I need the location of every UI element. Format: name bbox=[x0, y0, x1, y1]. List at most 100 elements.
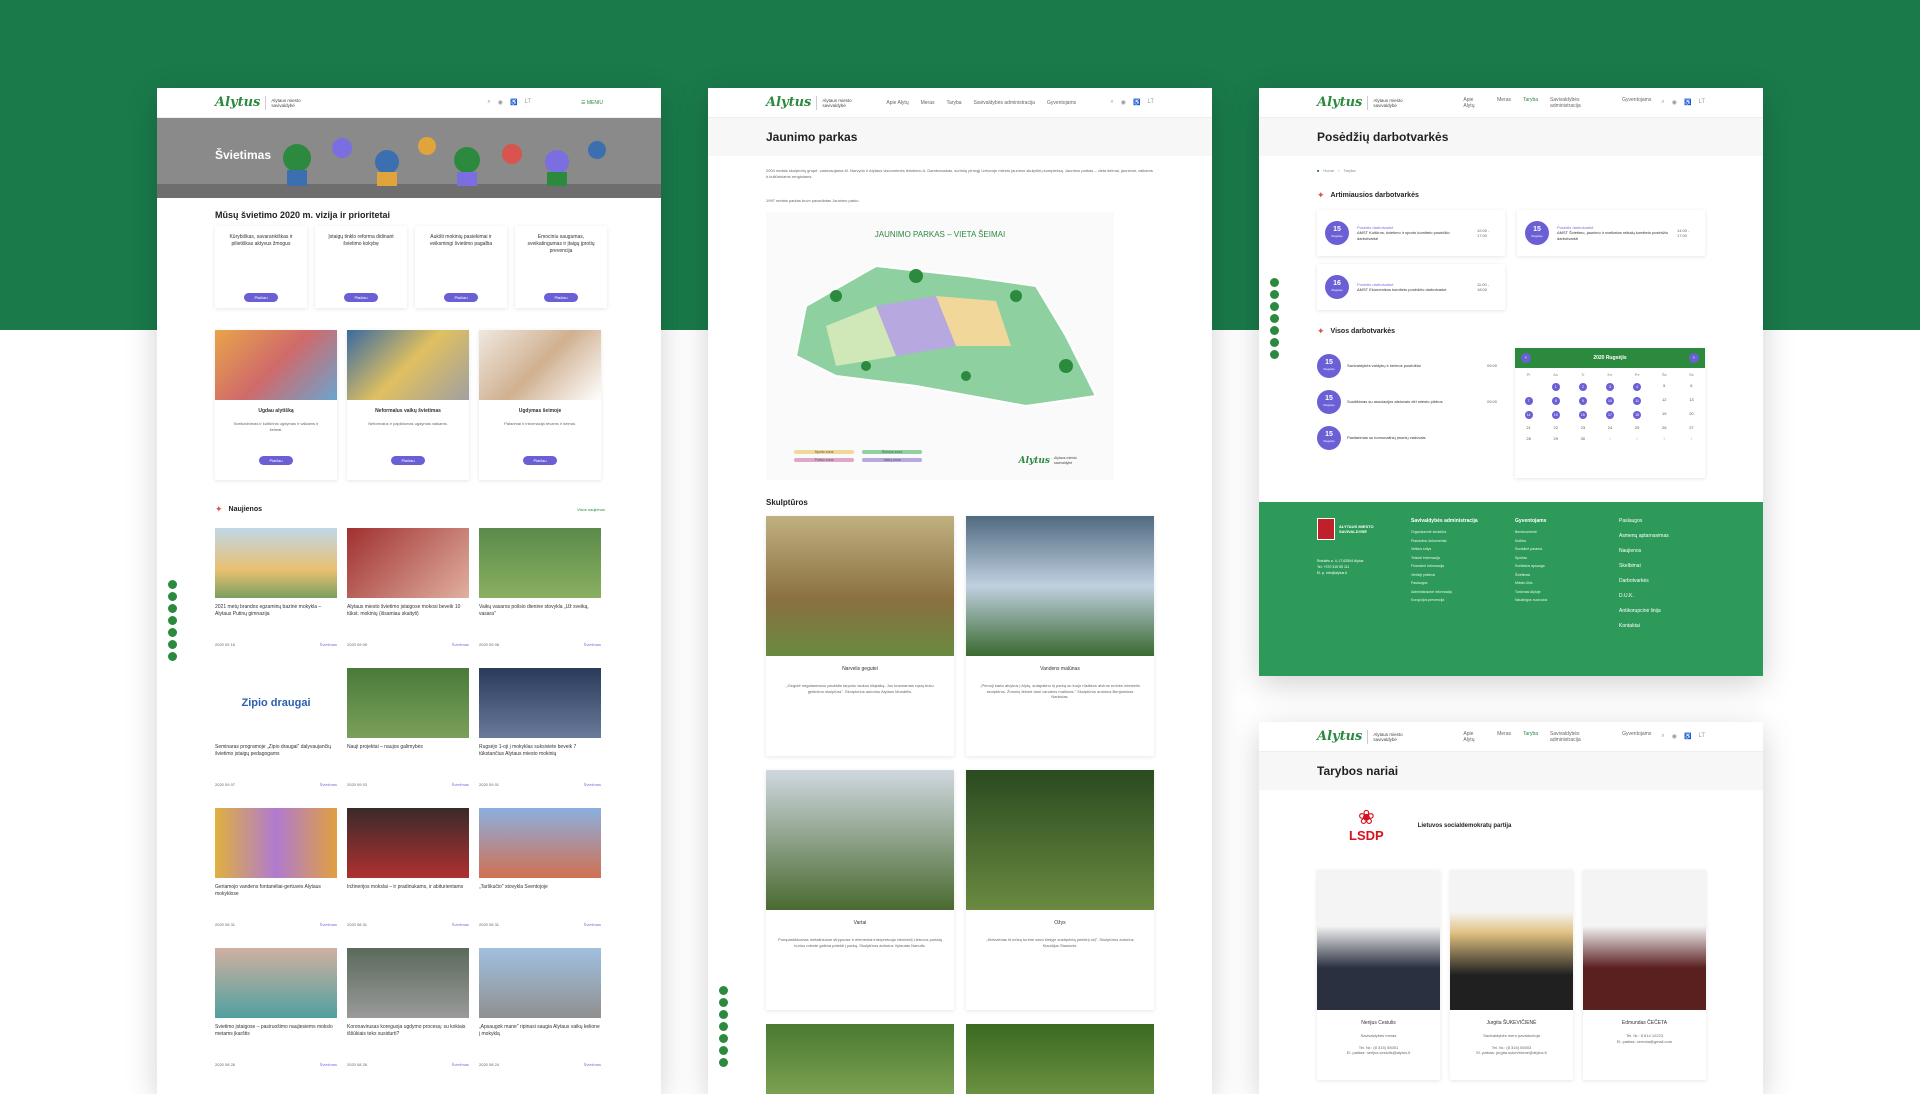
news-item[interactable]: „Apsaugok mane" ripinasi saugia Alytaus … bbox=[479, 948, 601, 1078]
footer-link[interactable]: Veiklos sritys bbox=[1411, 547, 1501, 551]
site-logo[interactable]: Alytus Alytaus miesto savivaldybė bbox=[1317, 729, 1413, 744]
calendar-day[interactable]: 11 bbox=[1633, 397, 1642, 405]
nav-item-active[interactable]: Taryba bbox=[1523, 731, 1538, 743]
calendar-day[interactable]: 1 bbox=[1551, 383, 1560, 391]
nav-item[interactable]: Gyventojams bbox=[1622, 97, 1651, 109]
accessibility-icon[interactable]: ♿ bbox=[1684, 99, 1691, 106]
social-icon[interactable] bbox=[168, 580, 177, 589]
calendar-day[interactable]: 24 bbox=[1596, 425, 1623, 430]
nav-item[interactable]: Gyventojams bbox=[1622, 731, 1651, 743]
accessibility-icon[interactable]: ♿ bbox=[1133, 99, 1140, 106]
calendar-day[interactable]: 13 bbox=[1678, 397, 1705, 405]
agenda-row[interactable]: 15 Rugsėjo Susitikimas su asociacijos atst… bbox=[1317, 390, 1497, 414]
agenda-card[interactable]: 16 Rugsėjo Posėdis darbotvarkė AMST Ekonomi… bbox=[1317, 264, 1505, 310]
footer-link[interactable]: D.U.K. bbox=[1619, 593, 1699, 599]
next-month-icon[interactable]: › bbox=[1688, 353, 1699, 363]
more-button[interactable]: Plačiau bbox=[444, 293, 478, 302]
news-tag[interactable]: Švietimas bbox=[584, 1062, 601, 1067]
more-button[interactable]: Plačiau bbox=[344, 293, 378, 302]
calendar-day[interactable]: 15 bbox=[1551, 411, 1560, 419]
sculpture-card[interactable]: Vandens malūnas „Pirmoji karta atvykus į … bbox=[966, 516, 1154, 756]
search-icon[interactable]: ⌕ bbox=[1661, 733, 1664, 740]
agenda-row[interactable]: 15 Rugsėjo Savivaldybės valdybų ir šeimos … bbox=[1317, 354, 1497, 378]
eye-icon[interactable]: ◉ bbox=[498, 99, 503, 106]
news-tag[interactable]: Švietimas bbox=[452, 782, 469, 787]
news-tag[interactable]: Švietimas bbox=[584, 922, 601, 927]
agenda-row[interactable]: 15 Rugsėjo Pasitarimas su komunalinių įmon… bbox=[1317, 426, 1497, 450]
social-icon[interactable] bbox=[168, 628, 177, 637]
social-icon[interactable] bbox=[719, 1034, 728, 1043]
more-button[interactable]: Plačiau bbox=[244, 293, 278, 302]
footer-link[interactable]: Viešieji pirkimai bbox=[1411, 573, 1501, 577]
news-item[interactable]: Geriamojo vandens fontanėliai-gertuvės A… bbox=[215, 808, 337, 938]
footer-link[interactable]: Antikorupcinė linija bbox=[1619, 608, 1699, 614]
news-tag[interactable]: Švietimas bbox=[320, 1062, 337, 1067]
accessibility-icon[interactable]: ♿ bbox=[510, 99, 517, 106]
news-item[interactable]: Zipio draugai Seminaras programoje „Zipio… bbox=[215, 668, 337, 798]
site-logo[interactable]: Alytus Alytaus miesto savivaldybė bbox=[215, 95, 311, 110]
social-icon[interactable] bbox=[1270, 326, 1279, 335]
news-tag[interactable]: Švietimas bbox=[584, 642, 601, 647]
social-icon[interactable] bbox=[1270, 314, 1279, 323]
footer-link[interactable]: Bendruomenė bbox=[1515, 530, 1605, 534]
lang-select[interactable]: LT bbox=[1698, 733, 1705, 740]
agenda-card[interactable]: 15 Rugsėjo Posėdis darbotvarkė AMST Kultūro… bbox=[1317, 210, 1505, 256]
nav-item[interactable]: Meras bbox=[1497, 731, 1511, 743]
eye-icon[interactable]: ◉ bbox=[1672, 733, 1677, 740]
footer-link[interactable]: Paslaugos bbox=[1411, 581, 1501, 585]
calendar-day[interactable]: 7 bbox=[1524, 397, 1533, 405]
social-icon[interactable] bbox=[168, 652, 177, 661]
social-icon[interactable] bbox=[168, 640, 177, 649]
site-logo[interactable]: Alytus Alytaus miesto savivaldybė bbox=[766, 95, 862, 110]
calendar-day[interactable]: 28 bbox=[1515, 436, 1542, 441]
lang-select[interactable]: LT bbox=[524, 99, 531, 106]
calendar-day[interactable]: 6 bbox=[1678, 383, 1705, 391]
footer-link[interactable]: Turizmas Alytuje bbox=[1515, 590, 1605, 594]
search-icon[interactable]: ⌕ bbox=[1110, 99, 1113, 106]
social-icon[interactable] bbox=[1270, 290, 1279, 299]
news-item[interactable]: „Tarškučio" stovykla Šventojoje 2020 08 3… bbox=[479, 808, 601, 938]
social-icon[interactable] bbox=[719, 986, 728, 995]
news-tag[interactable]: Švietimas bbox=[320, 922, 337, 927]
eye-icon[interactable]: ◉ bbox=[1672, 99, 1677, 106]
nav-item[interactable]: Meras bbox=[921, 100, 935, 106]
social-icon[interactable] bbox=[719, 1046, 728, 1055]
sculpture-photo[interactable] bbox=[966, 1024, 1154, 1094]
footer-link[interactable]: Administracinė informacija bbox=[1411, 590, 1501, 594]
calendar-day[interactable]: 25 bbox=[1624, 425, 1651, 430]
member-card[interactable]: Jurgita ŠUKEVIČIENĖ Savivaldybės mero pav… bbox=[1450, 870, 1573, 1080]
member-card[interactable]: Edmundas ČEČETA Tel. Nr.: 8 614 12223 El. … bbox=[1583, 870, 1706, 1080]
social-icon[interactable] bbox=[719, 1022, 728, 1031]
calendar-day[interactable]: 29 bbox=[1542, 436, 1569, 441]
calendar-day[interactable]: 12 bbox=[1651, 397, 1678, 405]
edu-card[interactable]: Ugdau alytišką Sveikatinimas ir kultūrini… bbox=[215, 330, 337, 480]
calendar-day[interactable]: 10 bbox=[1605, 397, 1614, 405]
social-icon[interactable] bbox=[719, 1058, 728, 1067]
calendar-day[interactable]: 4 bbox=[1633, 383, 1642, 391]
social-icon[interactable] bbox=[1270, 350, 1279, 359]
news-item[interactable]: Nauji projektai – naujos galimybės 2020 0… bbox=[347, 668, 469, 798]
footer-link[interactable]: Sportas bbox=[1515, 556, 1605, 560]
lang-select[interactable]: LT bbox=[1147, 99, 1154, 106]
sculpture-photo[interactable] bbox=[766, 1024, 954, 1094]
footer-link[interactable]: Kontaktai bbox=[1619, 623, 1699, 629]
footer-link[interactable]: Miesto ūkis bbox=[1515, 581, 1605, 585]
calendar-day[interactable]: 2 bbox=[1624, 436, 1651, 441]
news-tag[interactable]: Švietimas bbox=[452, 642, 469, 647]
member-email[interactable]: El. paštas: jurgita.sukeviciene@alytus.l… bbox=[1450, 1050, 1573, 1056]
calendar-day[interactable]: 23 bbox=[1569, 425, 1596, 430]
lang-select[interactable]: LT bbox=[1698, 99, 1705, 106]
footer-link[interactable]: Planavimo dokumentai bbox=[1411, 539, 1501, 543]
calendar-day[interactable]: 20 bbox=[1678, 411, 1705, 419]
calendar-day[interactable]: 30 bbox=[1569, 436, 1596, 441]
footer-link[interactable]: Sveikatos apsauga bbox=[1515, 564, 1605, 568]
news-item[interactable]: Koronavirusas koreguoja ugdymo procesą: … bbox=[347, 948, 469, 1078]
prev-month-icon[interactable]: ‹ bbox=[1521, 353, 1531, 363]
nav-item[interactable]: Taryba bbox=[947, 100, 962, 106]
calendar-day[interactable]: 3 bbox=[1651, 436, 1678, 441]
member-email[interactable]: El. paštas: nerijus.cesiulis@alytus.lt bbox=[1317, 1050, 1440, 1056]
edu-card[interactable]: Neformalus vaikų švietimas Neformalus ir … bbox=[347, 330, 469, 480]
more-button[interactable]: Plačiau bbox=[523, 456, 557, 465]
news-item[interactable]: Rugsėjo 1-oji į mokyklas suksiviete beve… bbox=[479, 668, 601, 798]
calendar-day[interactable]: 2 bbox=[1578, 383, 1587, 391]
